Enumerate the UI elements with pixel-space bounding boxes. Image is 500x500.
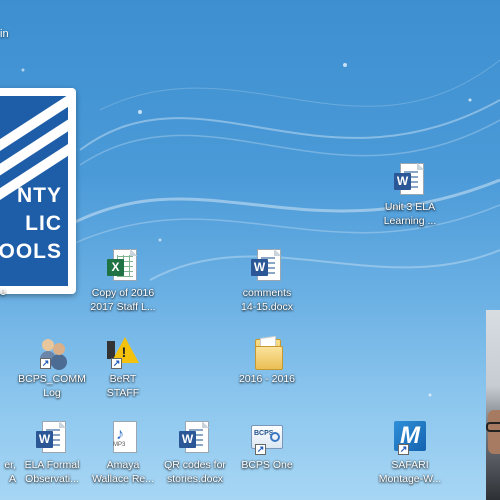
desktop-icon-safari-montage[interactable]: M ↗ SAFARI Montage-W... [367, 421, 453, 486]
icon-label: 2016 - 2016 [238, 373, 296, 385]
desktop-icon-unit3-ela[interactable]: W Unit 3 ELA Learning ... [367, 163, 453, 228]
warning-icon: ! ↗ [107, 335, 139, 369]
icon-label: Unit 3 ELA Learning ... [383, 201, 437, 227]
word-document-icon: W [251, 249, 283, 283]
excel-document-icon: X [107, 249, 139, 283]
word-document-icon: W [394, 163, 426, 197]
folder-icon [251, 335, 283, 370]
desktop-icon-bert-staff[interactable]: ! ↗ BeRT STAFF [80, 335, 166, 400]
bcps-one-icon: BCPS ↗ [251, 421, 283, 455]
partial-corner-label: in [0, 28, 9, 40]
desktop-icon-copy-of-2016[interactable]: X Copy of 2016 2017 Staff L... [80, 249, 166, 314]
icon-label: BCPS One [241, 459, 293, 471]
school-logo-card: NTY LIC OOLS [0, 88, 76, 294]
shortcut-arrow-icon: ↗ [255, 444, 266, 455]
icon-label: comments 14-15.docx [241, 287, 293, 313]
word-document-icon: W [36, 421, 68, 455]
logo-caption-partial: e [0, 286, 7, 298]
icon-label: Copy of 2016 2017 Staff L... [90, 287, 156, 313]
desktop-icon-folder-2016[interactable]: 2016 - 2016 [224, 335, 310, 386]
word-document-icon: W [179, 421, 211, 455]
audio-file-icon: ♪ MP3 [107, 421, 139, 455]
desktop-icon-comments[interactable]: W comments 14-15.docx [224, 249, 310, 314]
glasses-icon [486, 422, 500, 432]
shortcut-arrow-icon: ↗ [111, 358, 122, 369]
icon-label: BeRT STAFF [106, 373, 140, 399]
webcam-photo [486, 310, 500, 500]
school-logo: NTY LIC OOLS [0, 96, 68, 286]
logo-line-1: NTY [17, 184, 62, 207]
people-icon: ↗ [36, 335, 68, 369]
person-face [488, 410, 500, 454]
safari-montage-icon: M ↗ [394, 421, 426, 455]
icon-label: SAFARI Montage-W... [378, 459, 442, 485]
desktop-icon-bcps-one[interactable]: BCPS ↗ BCPS One [224, 421, 310, 472]
logo-line-3: OOLS [0, 240, 62, 263]
shortcut-arrow-icon: ↗ [40, 358, 51, 369]
shortcut-arrow-icon: ↗ [398, 444, 409, 455]
logo-line-2: LIC [25, 212, 62, 235]
